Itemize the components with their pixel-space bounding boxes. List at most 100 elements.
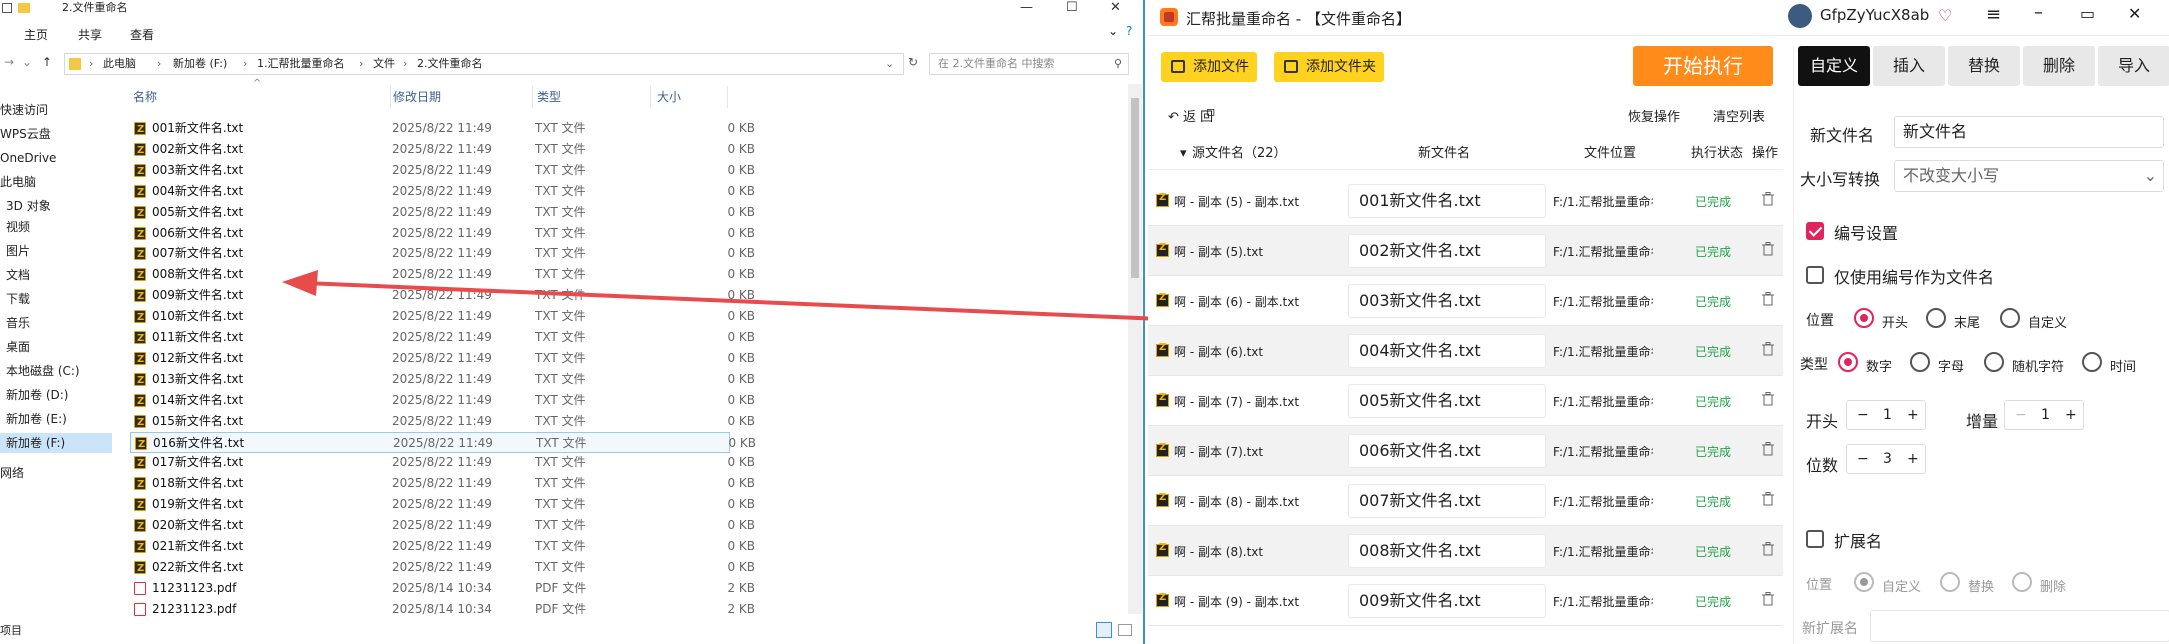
trash-icon[interactable] xyxy=(1762,242,1774,256)
breadcrumb-folder[interactable]: 1.汇帮批量重命名 xyxy=(257,54,345,74)
minus-icon[interactable]: − xyxy=(1857,401,1869,429)
nav-item[interactable]: 新加卷 (E:) xyxy=(0,409,112,429)
ribbon-tab-view[interactable]: 查看 xyxy=(130,26,154,43)
ext-custom-radio[interactable] xyxy=(1854,572,1874,592)
new-name-input[interactable]: 新文件名 xyxy=(1894,116,2164,148)
file-row[interactable]: 21231123.pdf 2025/8/14 10:34 PDF 文件 2 KB xyxy=(130,599,755,620)
file-row[interactable]: 021新文件名.txt 2025/8/22 11:49 TXT 文件 0 KB xyxy=(130,536,755,558)
back-arrow-icon[interactable]: → xyxy=(4,55,14,69)
column-date[interactable]: 修改日期 xyxy=(393,88,441,110)
new-name-field[interactable]: 005新文件名.txt xyxy=(1348,384,1546,418)
close-icon[interactable]: ✕ xyxy=(2128,4,2141,23)
plus-icon[interactable]: + xyxy=(1907,445,1919,473)
refresh-icon[interactable]: ↻ xyxy=(908,55,918,69)
breadcrumb-drive-f[interactable]: 新加卷 (F:) xyxy=(173,54,227,74)
type-letter-radio[interactable] xyxy=(1910,352,1930,372)
file-row[interactable]: 005新文件名.txt 2025/8/22 11:49 TXT 文件 0 KB xyxy=(130,202,755,224)
start-button[interactable]: 开始执行 xyxy=(1633,46,1773,86)
file-row[interactable]: 011新文件名.txt 2025/8/22 11:49 TXT 文件 0 KB xyxy=(130,327,755,349)
start-stepper[interactable]: − 1 + xyxy=(1846,400,1926,430)
nav-item[interactable]: OneDrive xyxy=(0,148,112,168)
clear-list-button[interactable]: 清空列表 xyxy=(1713,106,1765,125)
file-row[interactable]: 022新文件名.txt 2025/8/22 11:49 TXT 文件 0 KB xyxy=(130,557,755,579)
new-name-field[interactable]: 002新文件名.txt xyxy=(1348,234,1546,268)
nav-item[interactable]: 新加卷 (D:) xyxy=(0,385,112,405)
maximize-icon[interactable]: ☐ xyxy=(1066,0,1078,16)
file-row[interactable]: 11231123.pdf 2025/8/14 10:34 PDF 文件 2 KB xyxy=(130,578,755,599)
vertical-scrollbar[interactable] xyxy=(1128,84,1142,614)
file-row[interactable]: 014新文件名.txt 2025/8/22 11:49 TXT 文件 0 KB xyxy=(130,390,755,412)
chevron-down-icon[interactable]: ⌄ xyxy=(885,54,894,74)
file-row[interactable]: 003新文件名.txt 2025/8/22 11:49 TXT 文件 0 KB xyxy=(130,160,755,182)
nav-item[interactable]: 新加卷 (F:) xyxy=(0,433,112,453)
trash-icon[interactable] xyxy=(1762,392,1774,406)
increment-stepper[interactable]: − 1 + xyxy=(2004,400,2084,430)
trash-icon[interactable] xyxy=(1762,442,1774,456)
menu-icon[interactable]: ≡ xyxy=(1986,4,2001,25)
nav-item[interactable]: 此电脑 xyxy=(0,172,112,192)
tab-replace[interactable]: 替换 xyxy=(1948,46,2020,86)
type-number-radio[interactable] xyxy=(1838,352,1858,372)
file-row[interactable]: 017新文件名.txt 2025/8/22 11:49 TXT 文件 0 KB xyxy=(130,452,755,474)
trash-icon[interactable] xyxy=(1762,492,1774,506)
minus-icon[interactable]: − xyxy=(2015,401,2027,429)
username[interactable]: GfpZyYucX8ab xyxy=(1820,6,1929,24)
file-row[interactable]: 018新文件名.txt 2025/8/22 11:49 TXT 文件 0 KB xyxy=(130,473,755,495)
ext-delete-radio[interactable] xyxy=(2012,572,2032,592)
type-time-radio[interactable] xyxy=(2082,352,2102,372)
tab-delete[interactable]: 删除 xyxy=(2023,46,2095,86)
new-name-field[interactable]: 007新文件名.txt xyxy=(1348,484,1546,518)
nav-item[interactable]: 3D 对象 xyxy=(0,196,112,216)
new-name-field[interactable]: 001新文件名.txt xyxy=(1348,184,1546,218)
new-ext-input[interactable] xyxy=(1870,610,2169,642)
nav-item[interactable]: 网络 xyxy=(0,463,112,483)
trash-icon[interactable] xyxy=(1762,542,1774,556)
trash-icon[interactable] xyxy=(1762,192,1774,206)
new-name-field[interactable]: 008新文件名.txt xyxy=(1348,534,1546,568)
add-file-button[interactable]: 添加文件 xyxy=(1161,52,1257,82)
sort-down-icon[interactable]: ▾ xyxy=(1180,138,1187,170)
plus-icon[interactable]: + xyxy=(1907,401,1919,429)
file-row[interactable]: 020新文件名.txt 2025/8/22 11:49 TXT 文件 0 KB xyxy=(130,515,755,537)
nav-item[interactable]: 桌面 xyxy=(0,337,112,357)
add-folder-button[interactable]: 添加文件夹 xyxy=(1274,52,1384,82)
file-row[interactable]: 012新文件名.txt 2025/8/22 11:49 TXT 文件 0 KB xyxy=(130,348,755,370)
trash-icon[interactable] xyxy=(1762,292,1774,306)
breadcrumb-current[interactable]: 2.文件重命名 xyxy=(417,54,483,74)
details-view-icon[interactable] xyxy=(1096,622,1112,638)
address-bar[interactable]: › 此电脑 › 新加卷 (F:) › 1.汇帮批量重命名 › 文件 › 2.文件… xyxy=(64,53,904,75)
nav-item[interactable]: 下载 xyxy=(0,289,112,309)
avatar[interactable] xyxy=(1788,4,1812,28)
file-row[interactable]: 015新文件名.txt 2025/8/22 11:49 TXT 文件 0 KB xyxy=(130,411,755,433)
type-random-radio[interactable] xyxy=(1984,352,2004,372)
close-icon[interactable]: ✕ xyxy=(1110,0,1121,16)
redo-icon[interactable]: ▫ xyxy=(1206,104,1216,120)
new-name-field[interactable]: 004新文件名.txt xyxy=(1348,334,1546,368)
column-type[interactable]: 类型 xyxy=(537,88,561,110)
file-row[interactable]: 002新文件名.txt 2025/8/22 11:49 TXT 文件 0 KB xyxy=(130,139,755,161)
file-row[interactable]: 004新文件名.txt 2025/8/22 11:49 TXT 文件 0 KB xyxy=(130,181,755,203)
chevron-down-icon[interactable]: ⌄ xyxy=(22,55,32,69)
file-row[interactable]: 009新文件名.txt 2025/8/22 11:49 TXT 文件 0 KB xyxy=(130,285,755,307)
position-end-radio[interactable] xyxy=(1926,308,1946,328)
file-row[interactable]: 007新文件名.txt 2025/8/22 11:49 TXT 文件 0 KB xyxy=(130,243,755,265)
digits-stepper[interactable]: − 3 + xyxy=(1846,444,1926,474)
minus-icon[interactable]: − xyxy=(1857,445,1869,473)
nav-item[interactable]: 本地磁盘 (C:) xyxy=(0,361,112,381)
tab-custom[interactable]: 自定义 xyxy=(1798,46,1870,86)
new-name-field[interactable]: 009新文件名.txt xyxy=(1348,584,1546,618)
file-row[interactable]: 001新文件名.txt 2025/8/22 11:49 TXT 文件 0 KB xyxy=(130,118,755,140)
ribbon-tab-share[interactable]: 共享 xyxy=(78,26,102,43)
only-number-checkbox[interactable] xyxy=(1806,266,1824,284)
extension-checkbox[interactable] xyxy=(1806,530,1824,548)
up-arrow-icon[interactable]: ↑ xyxy=(42,55,52,69)
tab-insert[interactable]: 插入 xyxy=(1873,46,1945,86)
nav-item[interactable]: 快速访问 xyxy=(0,100,112,120)
trash-icon[interactable] xyxy=(1762,592,1774,606)
breadcrumb-files[interactable]: 文件 xyxy=(373,54,395,74)
maximize-icon[interactable]: ▭ xyxy=(2080,4,2095,23)
file-row[interactable]: 013新文件名.txt 2025/8/22 11:49 TXT 文件 0 KB xyxy=(130,369,755,391)
breadcrumb-this-pc[interactable]: 此电脑 xyxy=(103,54,136,74)
column-size[interactable]: 大小 xyxy=(657,88,681,110)
new-name-field[interactable]: 006新文件名.txt xyxy=(1348,434,1546,468)
